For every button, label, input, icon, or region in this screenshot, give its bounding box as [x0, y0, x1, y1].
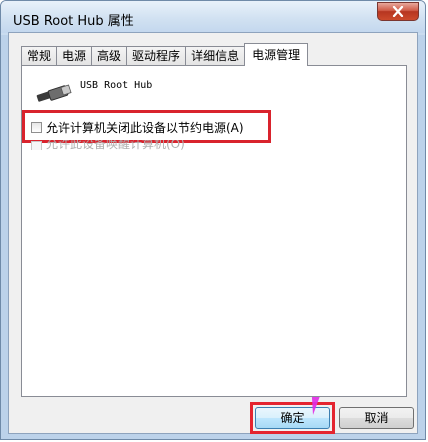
allow-power-off-label: 允许计算机关闭此设备以节约电源(A) — [46, 121, 244, 135]
tab-advanced[interactable]: 高级 — [91, 46, 128, 66]
allow-wake-checkbox — [31, 141, 42, 150]
allow-wake-label: 允许此设备唤醒计算机(O) — [46, 140, 185, 150]
usb-plug-icon — [36, 84, 72, 102]
tab-driver[interactable]: 驱动程序 — [126, 46, 187, 66]
tab-details[interactable]: 详细信息 — [185, 46, 246, 66]
dialog-client-area: 常规 电源 高级 驱动程序 详细信息 电源管理 USB Root Hub 允许计… — [8, 32, 418, 434]
power-management-panel: USB Root Hub 允许计算机关闭此设备以节约电源(A) 允许此设备唤醒计… — [21, 65, 407, 397]
tab-strip: 常规 电源 高级 驱动程序 详细信息 电源管理 — [21, 43, 309, 66]
allow-wake-option: 允许此设备唤醒计算机(O) — [31, 140, 185, 150]
title-bar[interactable]: USB Root Hub 属性 — [1, 1, 425, 33]
close-icon — [392, 6, 404, 17]
tab-power[interactable]: 电源 — [56, 46, 93, 66]
allow-power-off-option[interactable]: 允许计算机关闭此设备以节约电源(A) — [31, 119, 244, 136]
tab-general[interactable]: 常规 — [21, 46, 58, 66]
tab-power-management[interactable]: 电源管理 — [244, 43, 309, 66]
window-title: USB Root Hub 属性 — [13, 14, 134, 29]
device-name: USB Root Hub — [80, 80, 153, 91]
properties-window: USB Root Hub 属性 常规 电源 高级 驱动程序 详细信息 电源管理 … — [0, 0, 426, 440]
allow-power-off-checkbox[interactable] — [31, 122, 42, 133]
close-button[interactable] — [377, 2, 419, 21]
